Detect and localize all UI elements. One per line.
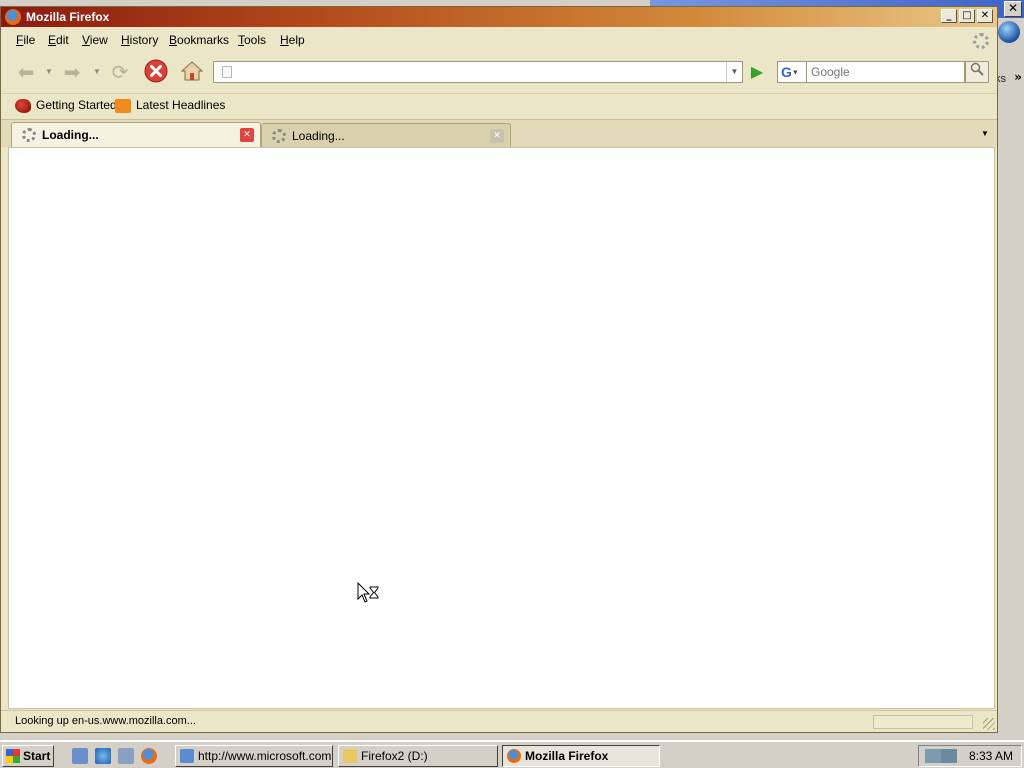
google-icon: G <box>781 64 792 80</box>
windows-logo-icon <box>6 749 20 763</box>
folder-icon <box>343 749 357 763</box>
minimize-button[interactable]: _ <box>941 9 957 23</box>
ie-icon[interactable] <box>95 748 111 764</box>
menu-bookmarks[interactable]: Bookmarks <box>169 33 229 47</box>
window-titlebar[interactable]: Mozilla Firefox _ □ ✕ <box>1 7 997 27</box>
menu-edit[interactable]: Edit <box>48 33 69 47</box>
bookmark-latest-headlines[interactable]: Latest Headlines <box>115 98 225 113</box>
loading-spinner-icon <box>272 129 286 143</box>
address-bar[interactable]: ▼ <box>213 61 743 83</box>
firefox-window: Mozilla Firefox _ □ ✕ File Edit View His… <box>0 6 998 733</box>
search-icon <box>970 62 984 76</box>
address-history-dropdown[interactable]: ▼ <box>726 62 742 82</box>
tab-bar: Loading... ✕ Loading... ✕ ▼ <box>1 119 997 148</box>
stop-icon <box>144 59 168 83</box>
start-button[interactable]: Start <box>2 745 54 767</box>
reload-button[interactable]: ⟳ <box>107 59 133 85</box>
task-firefox2-folder[interactable]: Firefox2 (D:) <box>338 745 498 767</box>
network-connection-icon-2[interactable] <box>941 749 957 763</box>
menu-view[interactable]: View <box>82 33 108 47</box>
background-window-close-button[interactable]: ✕ <box>1004 1 1022 17</box>
activity-throbber-icon <box>973 33 989 49</box>
navigation-toolbar: ⬅ ▼ ➡ ▼ ⟳ ▼ ▶ G▼ <box>1 53 997 91</box>
firefox-quicklaunch-icon[interactable] <box>141 748 157 764</box>
search-button[interactable] <box>965 61 989 83</box>
menu-tools[interactable]: Tools <box>238 33 266 47</box>
getting-started-icon <box>15 98 31 113</box>
go-button[interactable]: ▶ <box>747 63 767 83</box>
close-button[interactable]: ✕ <box>977 9 993 23</box>
page-icon <box>222 66 232 78</box>
maximize-button[interactable]: □ <box>959 9 975 23</box>
menu-help[interactable]: Help <box>280 33 305 47</box>
forward-history-dropdown[interactable]: ▼ <box>93 67 101 76</box>
page-content-area[interactable] <box>8 147 995 709</box>
bookmark-getting-started[interactable]: Getting Started <box>15 98 117 113</box>
clock[interactable]: 8:33 AM <box>969 749 1013 763</box>
home-button[interactable] <box>179 59 205 85</box>
rss-feed-icon <box>115 98 131 113</box>
menu-bar: File Edit View History Bookmarks Tools H… <box>1 29 997 53</box>
tab-list-dropdown[interactable]: ▼ <box>977 126 993 142</box>
show-desktop-icon[interactable] <box>72 748 88 764</box>
background-chevron[interactable]: » <box>1014 70 1022 84</box>
progress-meter <box>873 715 973 729</box>
network-connection-icon[interactable] <box>925 749 941 763</box>
forward-button[interactable]: ➡ <box>59 59 85 85</box>
search-bar[interactable] <box>807 61 965 83</box>
status-bar: Looking up en-us.www.mozilla.com... <box>1 710 997 732</box>
tab-loading-1[interactable]: Loading... ✕ <box>11 122 261 148</box>
tab-label: Loading... <box>42 128 99 142</box>
search-input[interactable] <box>807 62 964 82</box>
tab-close-button[interactable]: ✕ <box>240 128 254 142</box>
task-mozilla-firefox[interactable]: Mozilla Firefox <box>502 745 660 767</box>
loading-spinner-icon <box>22 128 36 142</box>
taskbar: Start http://www.microsoft.com... Firefo… <box>0 740 1024 768</box>
stop-button[interactable] <box>143 59 169 85</box>
busy-cursor-icon <box>357 582 379 603</box>
chevron-down-icon: ▼ <box>791 69 799 77</box>
menu-history[interactable]: History <box>121 33 158 47</box>
window-title: Mozilla Firefox <box>26 10 110 24</box>
firefox-icon <box>5 9 21 25</box>
search-engine-selector[interactable]: G▼ <box>777 61 807 83</box>
menu-file[interactable]: File <box>16 33 35 47</box>
task-microsoft-page[interactable]: http://www.microsoft.com... <box>175 745 333 767</box>
network-icon[interactable] <box>118 748 134 764</box>
tab-close-button[interactable]: ✕ <box>490 129 504 143</box>
firefox-icon <box>507 749 521 763</box>
back-button[interactable]: ⬅ <box>13 59 39 85</box>
status-text: Looking up en-us.www.mozilla.com... <box>15 715 196 727</box>
tab-loading-2[interactable]: Loading... ✕ <box>261 123 511 147</box>
back-history-dropdown[interactable]: ▼ <box>45 67 53 76</box>
resize-grip[interactable] <box>983 718 995 730</box>
system-tray: 8:33 AM <box>918 745 1022 767</box>
tab-label: Loading... <box>292 129 345 143</box>
globe-icon <box>998 21 1020 43</box>
ie-page-icon <box>180 749 194 763</box>
home-icon <box>180 61 204 81</box>
bookmarks-toolbar: Getting Started Latest Headlines <box>1 93 997 115</box>
